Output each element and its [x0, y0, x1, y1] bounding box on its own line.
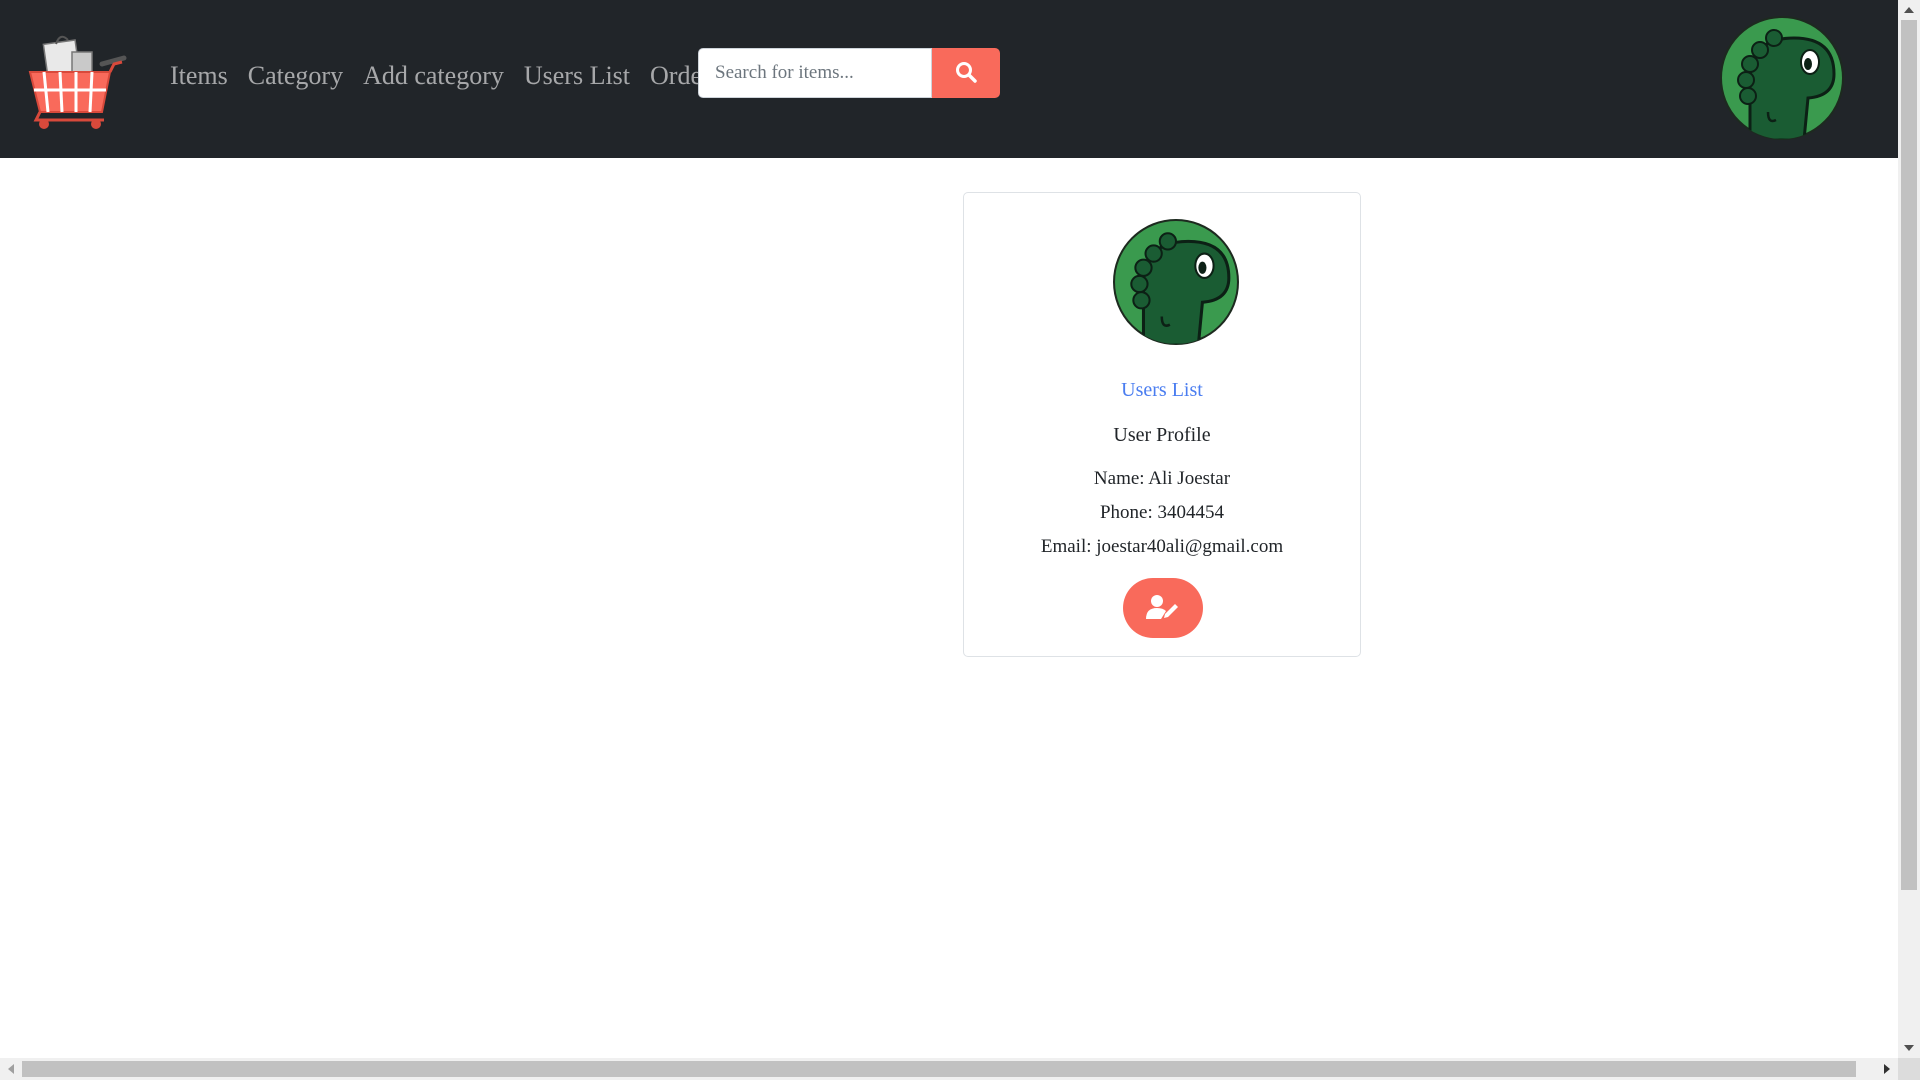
horizontal-scrollbar[interactable]	[0, 1058, 1898, 1080]
nav-link-category[interactable]: Category	[248, 56, 343, 96]
edit-profile-button[interactable]	[1123, 578, 1203, 638]
scroll-right-arrow-icon[interactable]	[1876, 1058, 1898, 1080]
search-input[interactable]	[698, 48, 932, 98]
user-profile-card: Users List User Profile Name: Ali Joesta…	[963, 192, 1361, 657]
vertical-scrollbar-thumb[interactable]	[1901, 20, 1917, 890]
search-form	[698, 48, 1000, 98]
nav-link-add-category[interactable]: Add category	[363, 56, 504, 96]
profile-email: Email: joestar40ali@gmail.com	[1040, 536, 1284, 557]
vertical-scrollbar[interactable]	[1898, 0, 1920, 1058]
profile-avatar-icon	[1113, 219, 1239, 345]
scroll-down-arrow-icon[interactable]	[1898, 1038, 1920, 1058]
nav-links: Items Category Add category Users List O…	[170, 56, 721, 96]
shopping-cart-logo-icon[interactable]	[26, 28, 128, 130]
user-edit-icon	[1146, 594, 1180, 623]
scroll-up-arrow-icon[interactable]	[1898, 0, 1920, 20]
search-icon	[955, 61, 977, 86]
nav-link-users-list[interactable]: Users List	[524, 56, 630, 96]
search-button[interactable]	[932, 48, 1000, 98]
profile-title: User Profile	[1113, 424, 1211, 446]
users-list-link[interactable]: Users List	[964, 376, 1360, 404]
user-avatar-icon[interactable]	[1720, 16, 1844, 140]
nav-link-items[interactable]: Items	[170, 56, 228, 96]
horizontal-scrollbar-thumb[interactable]	[22, 1061, 1856, 1077]
profile-name: Name: Ali Joestar	[1093, 468, 1231, 489]
scroll-left-arrow-icon[interactable]	[0, 1058, 22, 1080]
top-navbar: Items Category Add category Users List O…	[0, 0, 1898, 158]
profile-phone: Phone: 3404454	[1099, 502, 1225, 523]
scrollbar-corner	[1898, 1058, 1920, 1080]
